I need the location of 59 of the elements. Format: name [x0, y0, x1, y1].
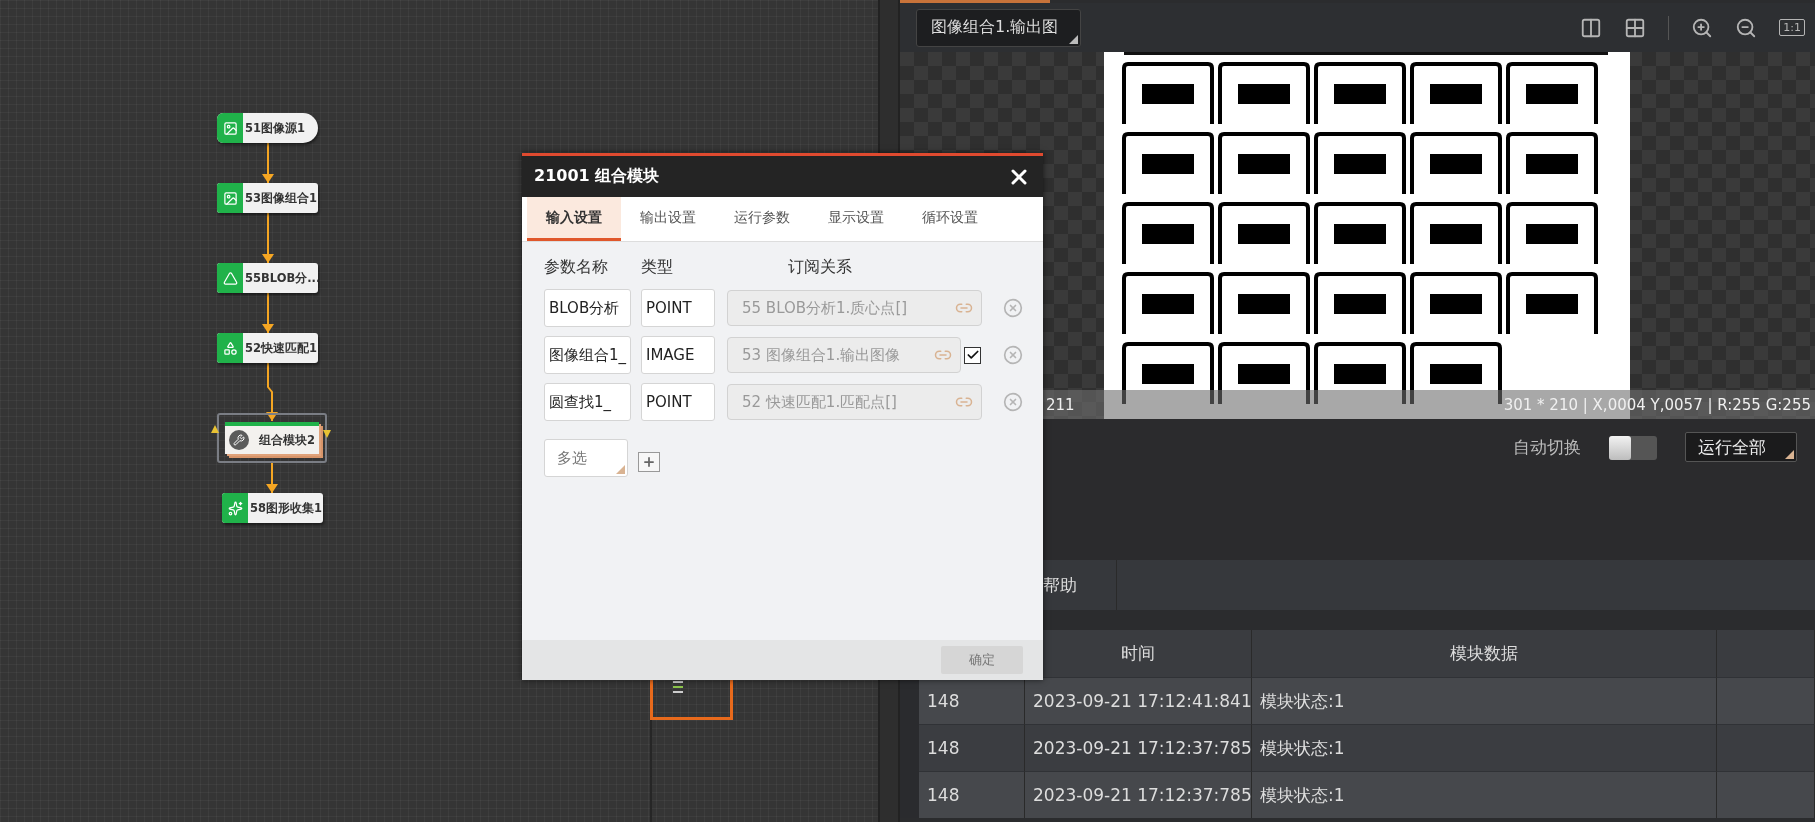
toggle-switch[interactable] [1609, 436, 1657, 460]
dialog-title: 21001 组合模块 [534, 166, 660, 187]
status-text: 211 [1046, 395, 1075, 414]
table-cell: 2023-09-21 17:12:37:785 [1025, 724, 1252, 771]
image-icon [222, 190, 238, 206]
type-field[interactable]: POINT [641, 289, 715, 327]
name-field[interactable]: 图像组合1_ [544, 336, 631, 374]
tab[interactable]: 输出设置 [621, 197, 715, 241]
tab[interactable]: 输入设置 [527, 197, 621, 241]
table-cell: 2023-09-21 17:12:37:785 [1025, 771, 1252, 818]
sparkle-icon [227, 500, 243, 516]
port-icon [323, 430, 331, 438]
tab[interactable]: 运行参数 [715, 197, 809, 241]
tab[interactable]: 循环设置 [903, 197, 997, 241]
list-icon [673, 681, 683, 695]
type-field[interactable]: POINT [641, 383, 715, 421]
shapes-icon [222, 340, 238, 356]
table-cell: 模块状态:1 [1252, 724, 1717, 771]
connector-arrow [262, 292, 274, 334]
flow-node[interactable]: 51图像源1 [217, 113, 318, 143]
table-cell: 模块状态:1 [1252, 677, 1717, 724]
table-cell: 148 [919, 771, 1025, 818]
plus-icon [642, 455, 656, 469]
actual-size-button[interactable]: 1:1 [1779, 19, 1805, 36]
checkbox[interactable] [964, 346, 981, 364]
image-icon [222, 120, 238, 136]
triangle-icon [222, 270, 238, 286]
name-field[interactable]: BLOB分析 [544, 289, 631, 327]
port-icon [211, 425, 219, 433]
flow-node[interactable]: 52快速匹配1 [217, 333, 318, 363]
column-header: 订阅关系 [787, 256, 853, 278]
zoom-out-icon[interactable] [1735, 16, 1758, 39]
table-cell: 2023-09-21 17:12:41:841 [1025, 677, 1252, 724]
connector-arrow [262, 142, 274, 184]
table-cell: 模块状态:1 [1252, 771, 1717, 818]
table-cell: 148 [919, 724, 1025, 771]
wrench-icon [229, 430, 249, 450]
tab[interactable]: 显示设置 [809, 197, 903, 241]
table-cell: 148 [919, 677, 1025, 724]
connector-arrow [266, 460, 278, 494]
type-field[interactable]: IMAGE [641, 336, 715, 374]
auto-switch-label: 自动切换 [1513, 436, 1581, 459]
flow-node[interactable]: 53图像组合1 [217, 183, 318, 213]
add-button[interactable] [638, 452, 660, 472]
caret-icon [1785, 450, 1794, 459]
grid-icon[interactable] [1624, 16, 1647, 39]
split-view-icon[interactable] [1580, 16, 1603, 39]
column-header: 类型 [641, 256, 674, 278]
run-all-dropdown[interactable]: 运行全部 [1685, 432, 1797, 462]
connector-arrow [262, 212, 274, 264]
caret-icon [1069, 34, 1079, 44]
zoom-in-icon[interactable] [1691, 16, 1714, 39]
flow-node[interactable]: 58图形收集1 [222, 493, 323, 523]
caret-icon [616, 465, 625, 474]
name-field[interactable]: 圆查找1_ [544, 383, 631, 421]
column-header: 模块数据 [1252, 630, 1717, 677]
column-header: 参数名称 [544, 256, 609, 278]
image-selector[interactable]: 图像组合1.输出图 [916, 8, 1082, 47]
multi-select-dropdown[interactable]: 多选 [544, 439, 628, 477]
